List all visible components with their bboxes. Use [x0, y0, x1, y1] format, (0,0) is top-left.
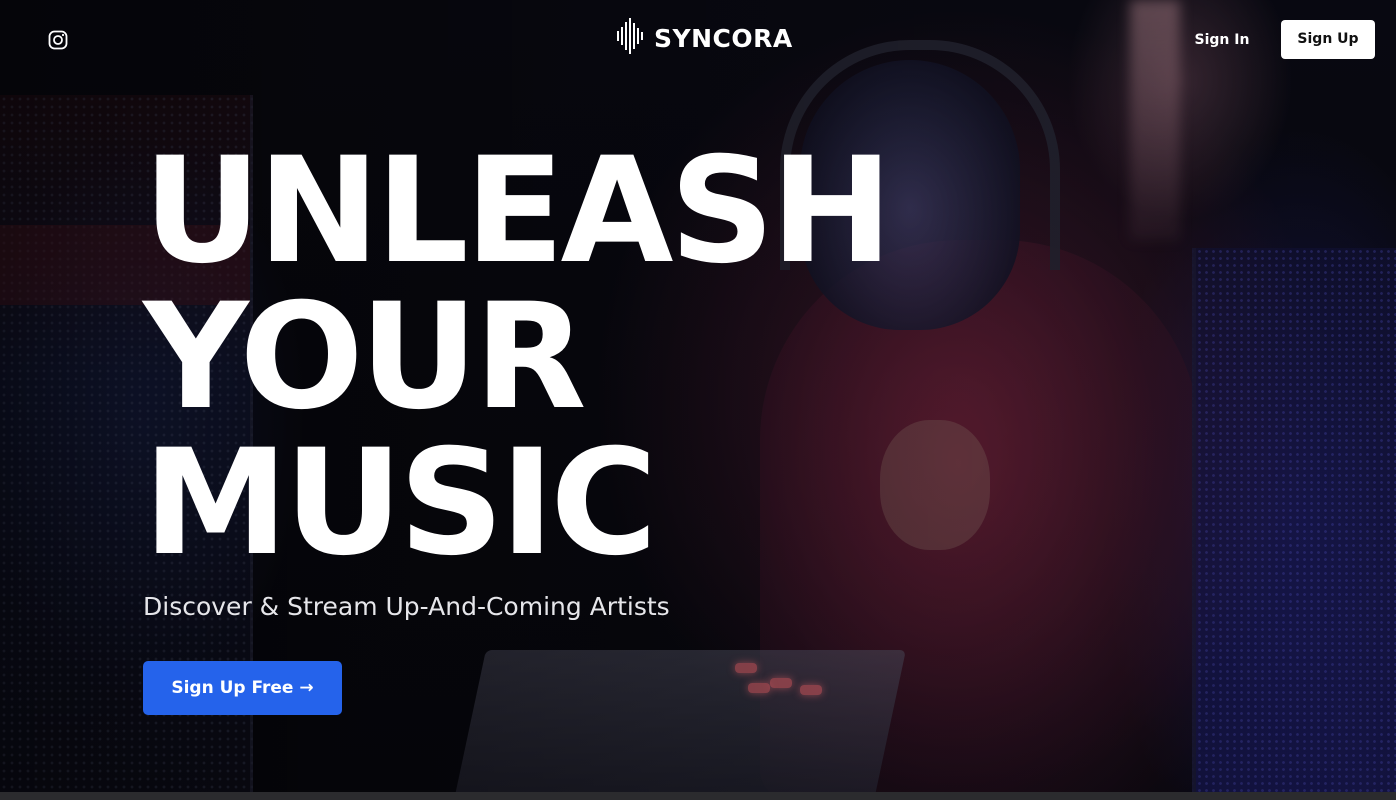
- hero-subtitle: Discover & Stream Up-And-Coming Artists: [143, 592, 670, 621]
- instagram-icon[interactable]: [48, 30, 68, 50]
- brand-logo[interactable]: SYNCORA: [616, 17, 793, 59]
- headline-line-1: UNLEASH: [143, 126, 893, 296]
- brand-name: SYNCORA: [654, 23, 793, 53]
- sign-up-button[interactable]: Sign Up: [1281, 20, 1375, 59]
- sign-in-link[interactable]: Sign In: [1186, 28, 1258, 52]
- top-navbar: SYNCORA Sign In Sign Up: [0, 0, 1396, 80]
- headline-line-2: YOUR: [143, 272, 587, 442]
- soundwave-icon: [616, 17, 644, 59]
- headline-line-3: MUSIC: [143, 418, 657, 588]
- landing-page: SYNCORA Sign In Sign Up UNLEASH YOUR MUS…: [0, 0, 1396, 800]
- sign-up-free-button[interactable]: Sign Up Free →: [143, 661, 342, 715]
- bottom-edge-bar: [0, 792, 1396, 800]
